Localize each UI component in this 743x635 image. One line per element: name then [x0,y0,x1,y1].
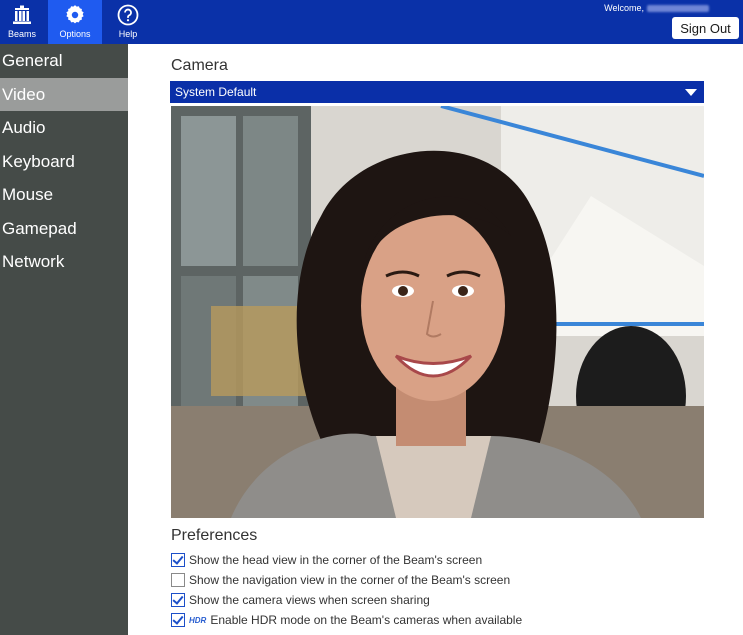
pref-navigation-view-checkbox[interactable] [171,573,185,587]
camera-section-title: Camera [171,57,228,74]
pref-hdr-mode-checkbox[interactable] [171,613,185,627]
dropdown-caret-icon [685,89,697,96]
camera-select-value: System Default [175,85,257,99]
sidebar-item-audio[interactable]: Audio [0,111,128,145]
sidebar-item-general[interactable]: General [0,44,128,78]
sidebar-item-mouse[interactable]: Mouse [0,178,128,212]
pref-screen-sharing: Show the camera views when screen sharin… [171,591,430,609]
pref-hdr-mode: HDR Enable HDR mode on the Beam's camera… [171,611,522,629]
nav-options-label: Options [59,29,91,39]
pref-head-view-checkbox[interactable] [171,553,185,567]
hdr-badge: HDR [189,615,207,625]
sidebar: General Video Audio Keyboard Mouse Gamep… [0,44,128,635]
sidebar-item-gamepad[interactable]: Gamepad [0,212,128,246]
pref-head-view: Show the head view in the corner of the … [171,551,482,569]
pref-screen-sharing-checkbox[interactable] [171,593,185,607]
pref-head-view-label: Show the head view in the corner of the … [189,553,483,567]
pref-hdr-mode-label: Enable HDR mode on the Beam's cameras wh… [210,613,523,627]
nav-help-button[interactable]: Help [106,0,150,44]
nav-help-label: Help [118,29,138,39]
nav-beams-button[interactable]: Beams [0,0,44,44]
preferences-title: Preferences [171,527,258,544]
pref-navigation-view: Show the navigation view in the corner o… [171,571,510,589]
welcome-text: Welcome, [604,3,709,13]
welcome-prefix: Welcome, [604,3,644,13]
sidebar-item-keyboard[interactable]: Keyboard [0,145,128,179]
building-icon [12,4,32,26]
nav-options-button[interactable]: Options [48,0,102,44]
gear-icon [64,4,86,26]
camera-select[interactable]: System Default [170,81,704,103]
top-bar: Beams Options Help Welcome, Sign Out [0,0,743,44]
sidebar-item-network[interactable]: Network [0,245,128,279]
pref-navigation-view-label: Show the navigation view in the corner o… [189,573,511,587]
pref-screen-sharing-label: Show the camera views when screen sharin… [189,593,430,607]
question-icon [117,4,139,26]
camera-preview [171,106,704,518]
nav-beams-label: Beams [7,29,36,39]
sidebar-item-video[interactable]: Video [0,77,128,111]
blurred-username [647,4,709,12]
sign-out-button[interactable]: Sign Out [672,17,739,39]
